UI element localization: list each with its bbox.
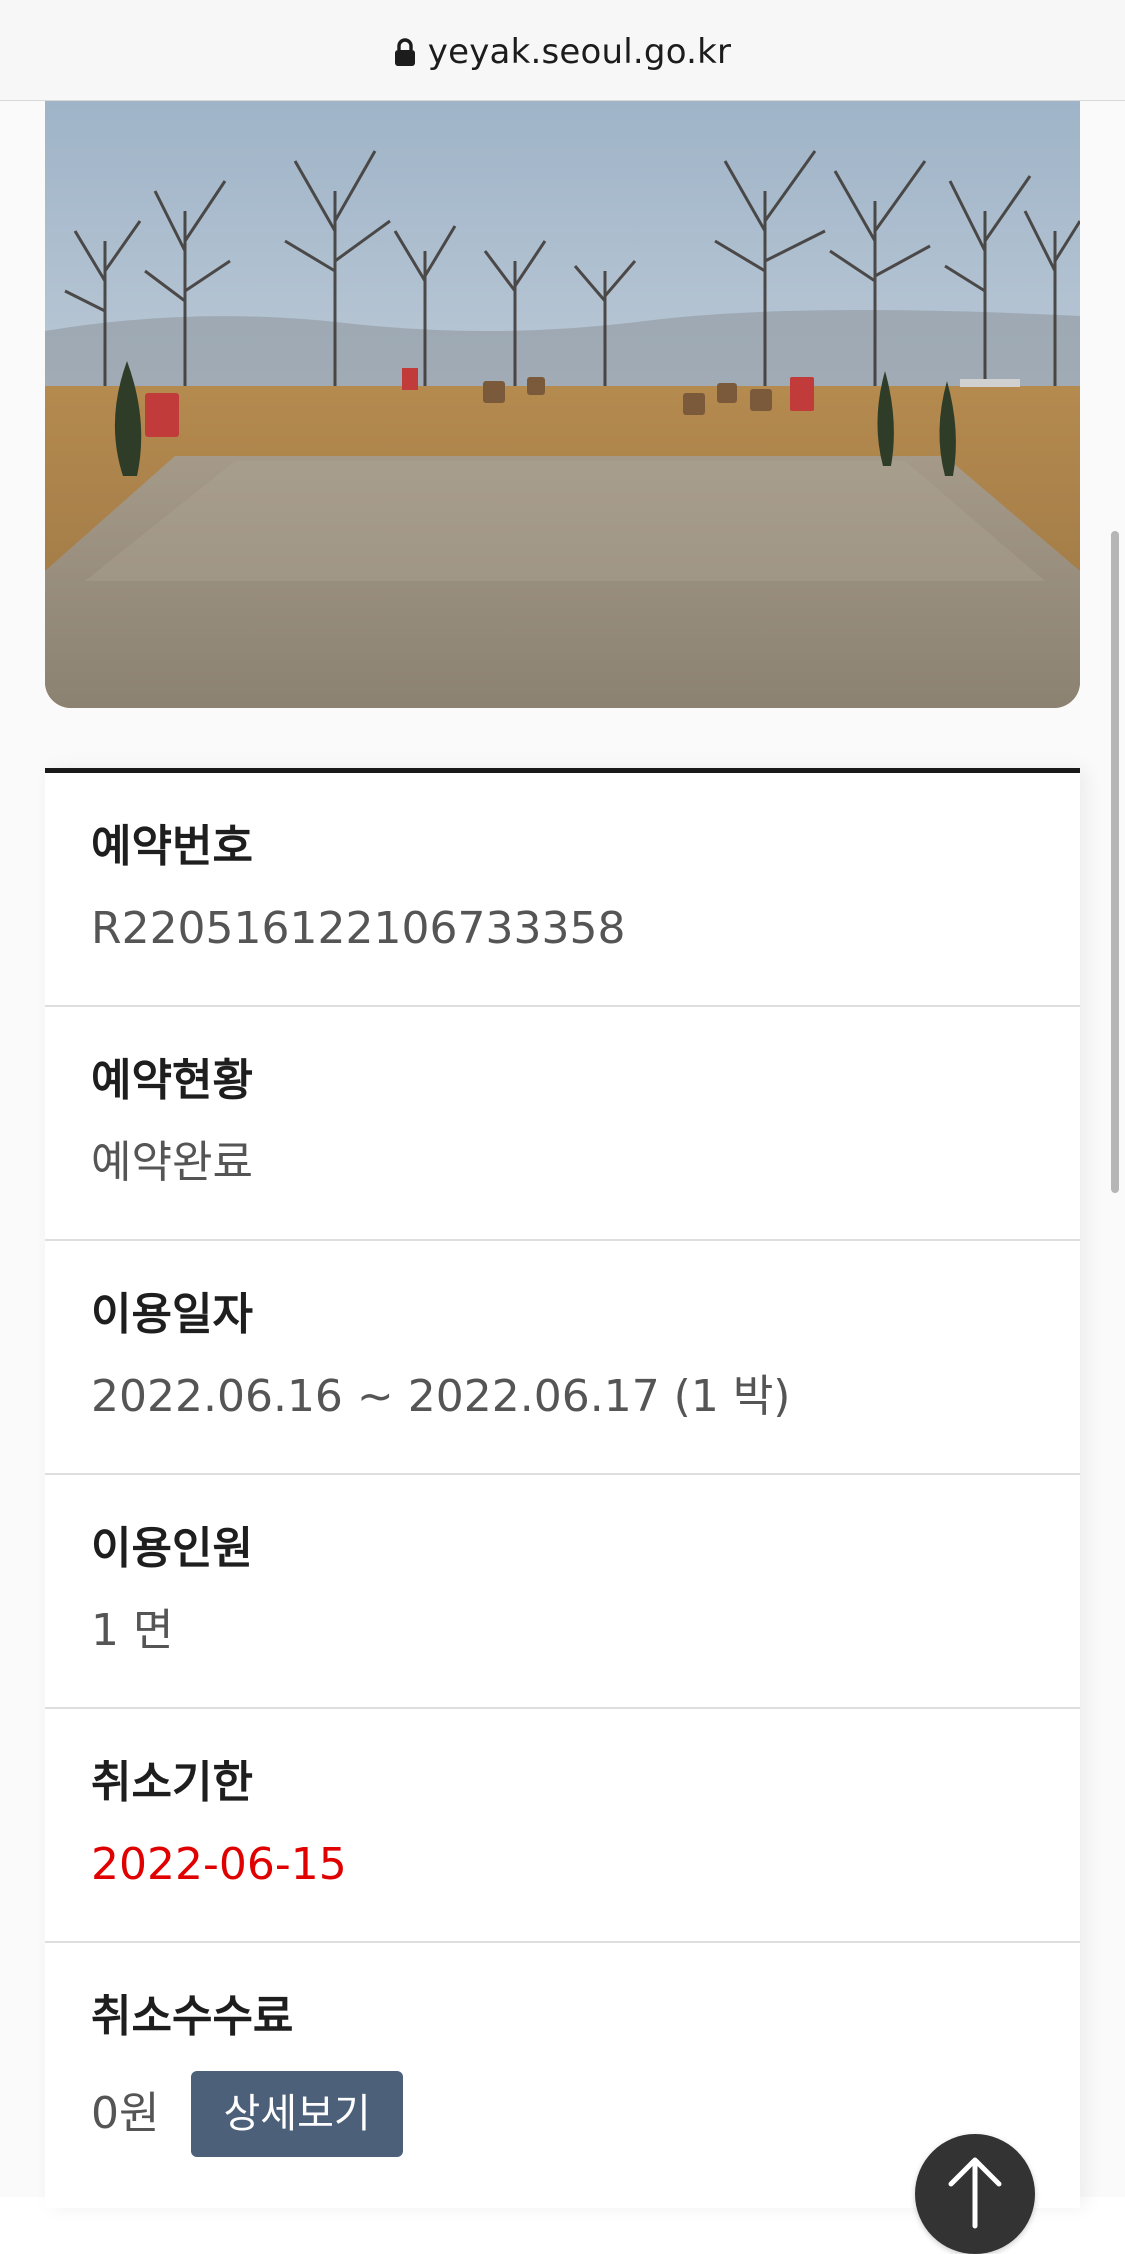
cancel-fee-value: 0원 상세보기 [91, 2071, 1034, 2157]
reservation-number-text: R220516122106733358 [91, 903, 626, 954]
url-container[interactable]: yeyak.seoul.go.kr [394, 32, 731, 72]
view-details-button[interactable]: 상세보기 [191, 2071, 403, 2157]
usage-dates-text: 2022.06.16 ~ 2022.06.17 (1 박) [91, 1371, 791, 1422]
row-cancel-deadline: 취소기한 2022-06-15 [45, 1709, 1080, 1943]
cancel-deadline-text: 2022-06-15 [91, 1839, 347, 1890]
campsite-illustration [45, 101, 1080, 708]
arrow-up-icon [945, 2152, 1005, 2236]
usage-dates-value: 2022.06.16 ~ 2022.06.17 (1 박) [91, 1369, 1034, 1425]
page-scrollbar[interactable] [1111, 531, 1119, 1193]
url-text[interactable]: yeyak.seoul.go.kr [428, 32, 731, 72]
lock-icon [394, 37, 416, 67]
row-usage-dates: 이용일자 2022.06.16 ~ 2022.06.17 (1 박) [45, 1241, 1080, 1475]
row-usage-count: 이용인원 1 면 [45, 1475, 1080, 1709]
row-reservation-number: 예약번호 R220516122106733358 [45, 773, 1080, 1007]
reservation-info-card: 예약번호 R220516122106733358 예약현황 예약완료 이용일자 … [45, 768, 1080, 2208]
cancel-fee-text: 0원 [91, 2088, 160, 2139]
cancel-fee-label: 취소수수료 [91, 1991, 294, 2042]
browser-url-bar[interactable]: yeyak.seoul.go.kr [0, 0, 1125, 101]
scroll-to-top-button[interactable] [915, 2134, 1035, 2254]
reservation-number-label: 예약번호 [91, 821, 253, 872]
cancel-deadline-value: 2022-06-15 [91, 1837, 1034, 1893]
reservation-status-label: 예약현황 [91, 1055, 253, 1106]
reservation-status-text: 예약완료 [91, 1137, 253, 1188]
row-reservation-status: 예약현황 예약완료 [45, 1007, 1080, 1241]
page-content: 예약번호 R220516122106733358 예약현황 예약완료 이용일자 … [0, 101, 1125, 2254]
reservation-number-value: R220516122106733358 [91, 901, 1034, 957]
reservation-status-value: 예약완료 [91, 1135, 1034, 1191]
usage-count-text: 1 면 [91, 1605, 174, 1656]
usage-count-label: 이용인원 [91, 1523, 253, 1574]
row-cancel-fee: 취소수수료 0원 상세보기 [45, 1943, 1080, 2177]
usage-count-value: 1 면 [91, 1603, 1034, 1659]
usage-dates-label: 이용일자 [91, 1289, 253, 1340]
campsite-photo [45, 101, 1080, 708]
cancel-deadline-label: 취소기한 [91, 1757, 253, 1808]
